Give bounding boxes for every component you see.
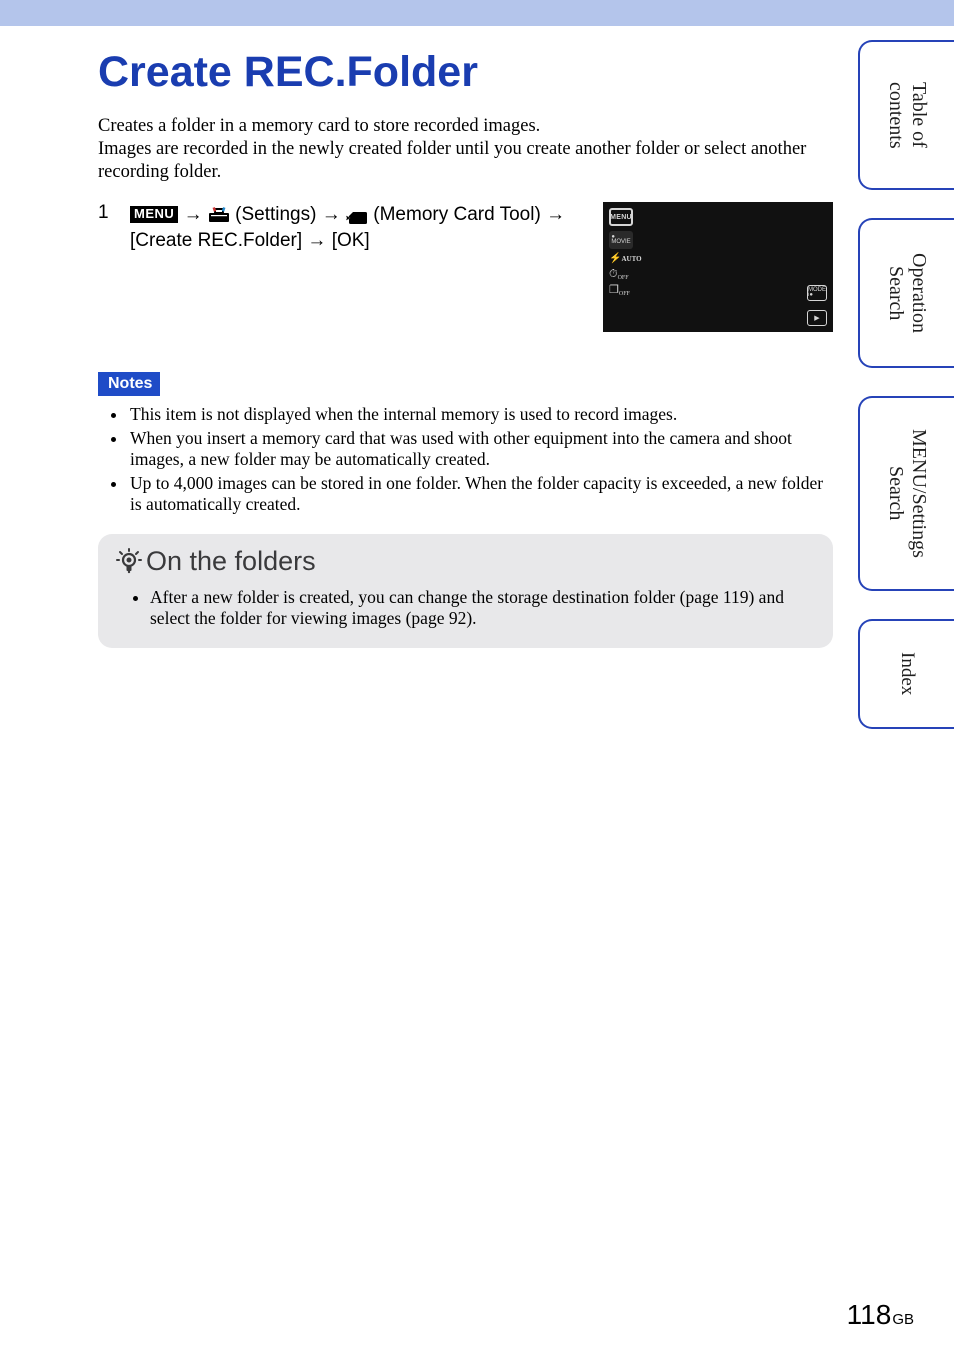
menu-button-icon: MENU (130, 206, 178, 223)
page-number-value: 118 (847, 1299, 892, 1331)
step-text-ok: [OK] (332, 230, 370, 251)
arrow-icon: → (322, 204, 341, 225)
tip-title-text: On the folders (146, 546, 316, 577)
notes-heading: Notes (98, 372, 160, 396)
memory-card-icon (346, 207, 368, 221)
tab-op-label: Operation Search (884, 235, 930, 351)
page-content: Create REC.Folder Creates a folder in a … (98, 30, 833, 648)
step-text-memcard: (Memory Card Tool) (373, 204, 546, 225)
thumb-right-icons: MODEi● ▶ (807, 285, 827, 326)
procedure-step: 1 MENU → (Settings) → (98, 202, 833, 332)
tab-toc[interactable]: Table of contents (858, 40, 954, 190)
tab-menu-settings-search[interactable]: MENU/Settings Search (858, 396, 954, 591)
lightbulb-icon (116, 548, 142, 574)
thumb-flash-icon: ⚡AUTO (609, 254, 642, 264)
tab-toc-label: Table of contents (884, 64, 930, 167)
arrow-icon: → (307, 230, 326, 251)
tip-body-list: After a new folder is created, you can c… (116, 587, 815, 630)
top-accent-band (0, 0, 954, 26)
tab-operation-search[interactable]: Operation Search (858, 218, 954, 368)
step-text-settings: (Settings) (235, 204, 322, 225)
intro-paragraph: Creates a folder in a memory card to sto… (98, 115, 833, 184)
page-title: Create REC.Folder (98, 48, 833, 97)
thumb-menu-icon: MENU (609, 208, 633, 226)
note-item: When you insert a memory card that was u… (128, 428, 833, 471)
arrow-icon: → (546, 204, 565, 225)
step-instruction: MENU → (Settings) → (130, 202, 587, 253)
tip-item: After a new folder is created, you can c… (150, 587, 815, 630)
thumb-left-icons: MENU ●MOVIE ⚡AUTO ⏱OFF ❐OFF (609, 208, 642, 296)
camera-screen-thumbnail: MENU ●MOVIE ⚡AUTO ⏱OFF ❐OFF MODEi● ▶ (603, 202, 833, 332)
page-number: 118 GB (847, 1299, 914, 1331)
tab-index[interactable]: Index (858, 619, 954, 729)
thumb-movie-icon: ●MOVIE (609, 231, 633, 249)
step-text-create: [Create REC.Folder] (130, 230, 307, 251)
tab-index-label: Index (896, 634, 918, 713)
thumb-play-icon: ▶ (807, 310, 827, 326)
note-item: This item is not displayed when the inte… (128, 404, 833, 426)
arrow-icon: → (184, 204, 203, 225)
tab-menu-label: MENU/Settings Search (884, 413, 930, 574)
tip-panel: On the folders After a new folder is cre… (98, 534, 833, 648)
side-tabs: Table of contents Operation Search MENU/… (858, 40, 954, 729)
step-number: 1 (98, 202, 114, 224)
page-number-suffix: GB (892, 1311, 914, 1328)
tip-heading: On the folders (116, 546, 815, 577)
notes-list: This item is not displayed when the inte… (98, 404, 833, 516)
thumb-mode-icon: MODEi● (807, 285, 827, 301)
settings-toolbox-icon (208, 205, 230, 221)
thumb-burst-icon: ❐OFF (609, 285, 642, 296)
thumb-timer-icon: ⏱OFF (609, 269, 642, 280)
note-item: Up to 4,000 images can be stored in one … (128, 473, 833, 516)
